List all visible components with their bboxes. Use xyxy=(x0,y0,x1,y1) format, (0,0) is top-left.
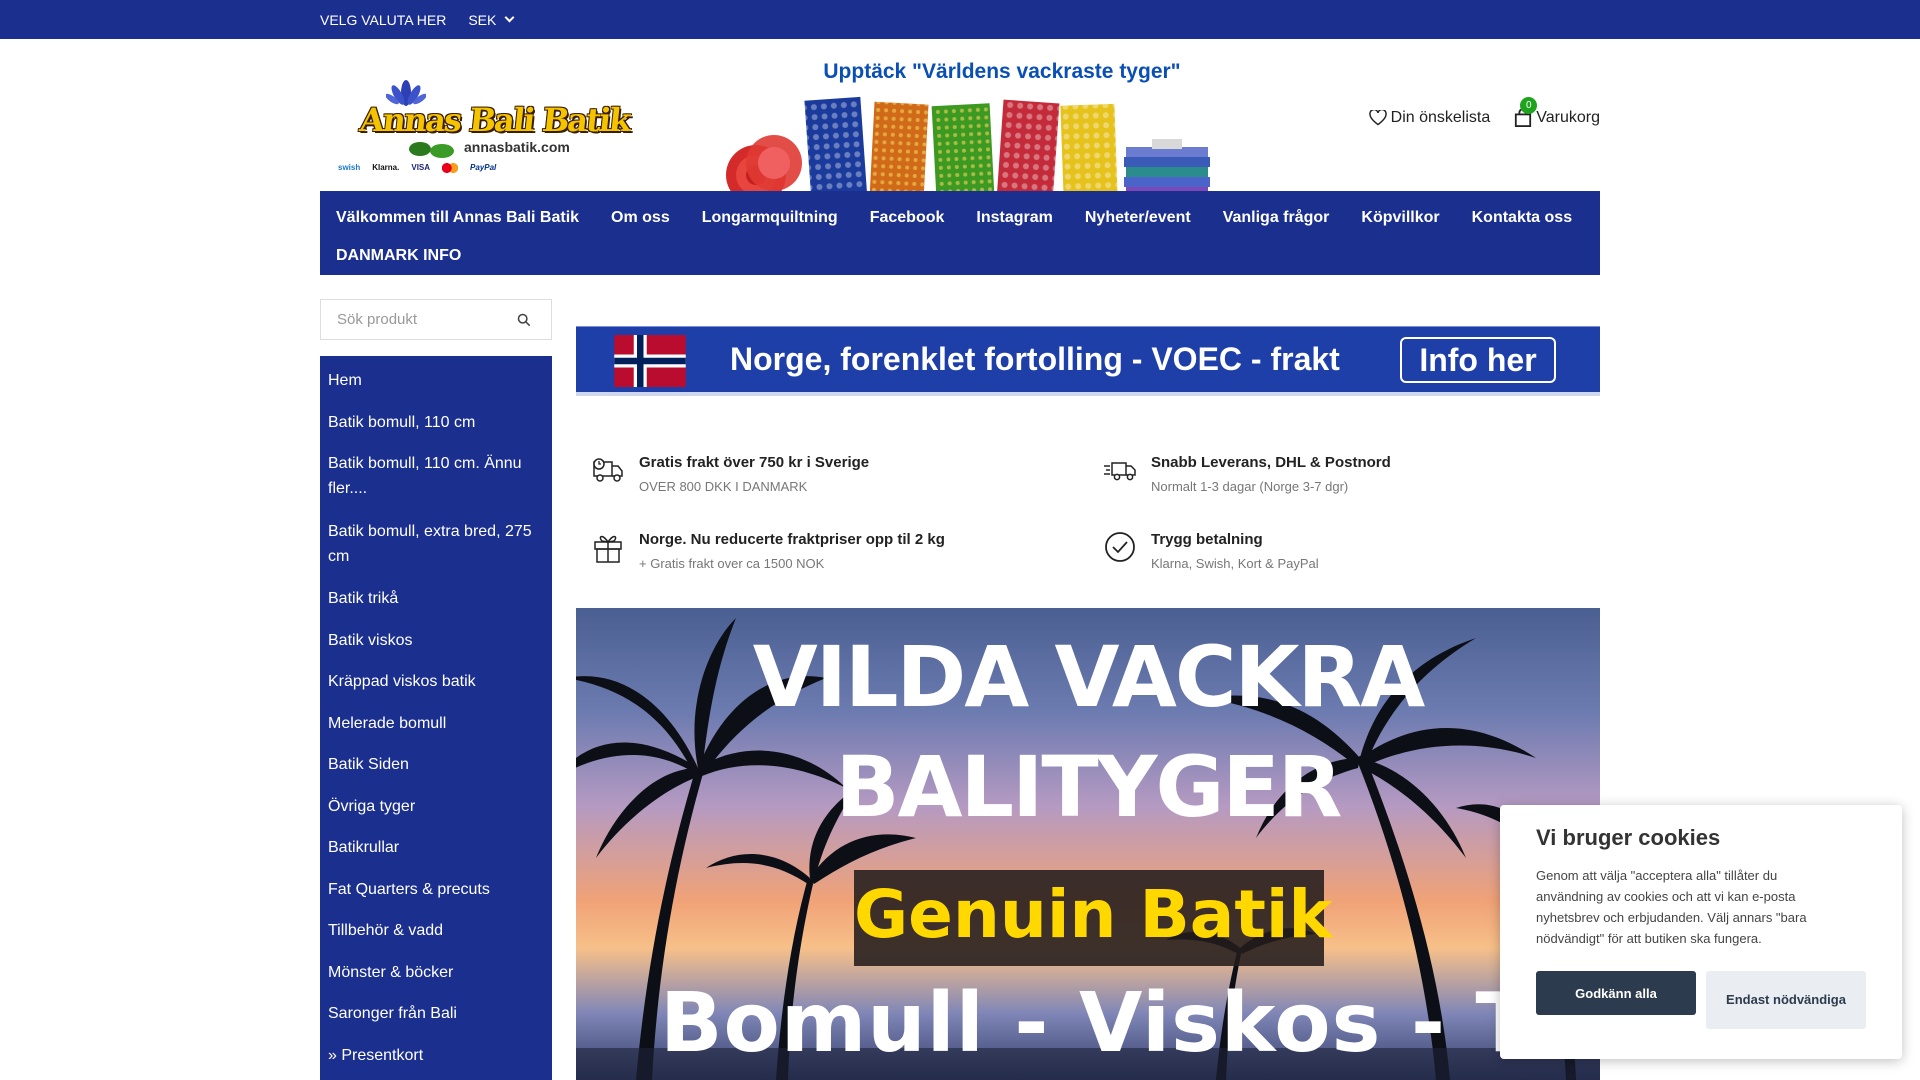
gift-icon xyxy=(594,535,622,563)
usp-item: Snabb Leverans, DHL & Postnord Normalt 1… xyxy=(1088,448,1568,508)
site-header: Annas Bali Batik annasbatik.com swish Kl… xyxy=(320,39,1600,205)
wishlist-label: Din önskelista xyxy=(1390,109,1491,126)
nav-terms[interactable]: Köpvillkor xyxy=(1345,199,1455,237)
sidebar-item-batik-jersey[interactable]: Batik trikå xyxy=(320,578,552,620)
sidebar-item-other-fabrics[interactable]: Övriga tyger xyxy=(320,786,552,828)
paypal-logo: PayPal xyxy=(470,163,497,172)
usp-item: Trygg betalning Klarna, Swish, Kort & Pa… xyxy=(1088,525,1568,585)
search-icon[interactable] xyxy=(517,313,531,327)
sidebar-item-batik-cotton-extra-wide[interactable]: Batik bomull, extra bred, 275 cm xyxy=(320,511,552,579)
sidebar-item-accessories[interactable]: Tillbehör & vadd xyxy=(320,910,552,952)
leaves-icon xyxy=(409,142,454,158)
promo-title: Upptäck "Världens vackraste tyger" xyxy=(823,60,1181,83)
sidebar-item-gift-cards[interactable]: » Presentkort xyxy=(320,1035,552,1077)
logo-title: Annas Bali Batik xyxy=(358,101,632,139)
header-actions: Din önskelista 0 Varukorg xyxy=(1368,97,1600,127)
hero-headline-2: BALITYGER xyxy=(835,738,1343,836)
sidebar-item-sarongs[interactable]: Saronger från Bali xyxy=(320,993,552,1035)
top-bar: VELG VALUTA HER SEK xyxy=(0,0,1920,39)
banner-message: Norge, forenklet fortolling - VOEC - fra… xyxy=(730,341,1340,377)
hero-materials: Bomull - Viskos - Trikå xyxy=(660,976,1600,1071)
hero-banner[interactable]: VILDA VACKRA BALITYGER Genuin Batik Bomu… xyxy=(576,608,1600,1080)
sidebar-item-batik-viscose[interactable]: Batik viskos xyxy=(320,620,552,662)
category-sidebar: Hem Batik bomull, 110 cm Batik bomull, 1… xyxy=(320,356,552,1080)
payment-logos: swish Klarna. VISA PayPal xyxy=(338,163,496,173)
sidebar-item-crepe-viscose[interactable]: Kräppad viskos batik xyxy=(320,661,552,703)
usp-subtitle: OVER 800 DKK I DANMARK xyxy=(639,479,808,494)
truck-icon xyxy=(593,458,623,482)
nav-contact[interactable]: Kontakta oss xyxy=(1456,199,1588,237)
usp-subtitle: + Gratis frakt over ca 1500 NOK xyxy=(639,556,825,571)
sidebar-item-melange-cotton[interactable]: Melerade bomull xyxy=(320,703,552,745)
fast-delivery-icon xyxy=(1104,462,1136,481)
usp-subtitle: Klarna, Swish, Kort & PayPal xyxy=(1151,556,1319,571)
usp-title: Gratis frakt över 750 kr i Sverige xyxy=(639,454,870,471)
product-search xyxy=(320,299,552,340)
mastercard-icon xyxy=(442,163,459,173)
sidebar-item-batik-cotton-110-more[interactable]: Batik bomull, 110 cm. Ännu fler.... xyxy=(320,443,552,511)
swish-logo: swish xyxy=(338,163,361,172)
hero-headline-1: VILDA VACKRA xyxy=(752,628,1426,726)
usp-title: Snabb Leverans, DHL & Postnord xyxy=(1151,454,1391,471)
nav-faq[interactable]: Vanliga frågor xyxy=(1207,199,1346,237)
currency-value: SEK xyxy=(468,11,497,28)
nav-longarm[interactable]: Longarmquiltning xyxy=(686,199,854,237)
site-logo[interactable]: Annas Bali Batik annasbatik.com swish Kl… xyxy=(338,77,631,187)
usp-item: Gratis frakt över 750 kr i Sverige OVER … xyxy=(576,448,1056,508)
cookie-title: Vi bruger cookies xyxy=(1536,825,1721,850)
logo-url: annasbatik.com xyxy=(464,139,570,155)
nav-news[interactable]: Nyheter/event xyxy=(1069,199,1207,237)
main-navigation: Välkommen till Annas Bali Batik Om oss L… xyxy=(320,191,1600,275)
cookie-body: Genom att välja "acceptera alla" tillåte… xyxy=(1536,868,1807,946)
currency-label: VELG VALUTA HER xyxy=(320,11,447,28)
currency-select[interactable]: SEK xyxy=(468,11,515,28)
nav-denmark-info[interactable]: DANMARK INFO xyxy=(328,237,477,275)
nav-welcome[interactable]: Välkommen till Annas Bali Batik xyxy=(328,199,595,237)
heart-icon xyxy=(1368,110,1387,126)
usp-title: Norge. Nu reducerte fraktpriser opp til … xyxy=(639,531,945,548)
sidebar-item-batik-rolls[interactable]: Batikrullar xyxy=(320,827,552,869)
klarna-logo: Klarna. xyxy=(372,163,400,172)
norway-shipping-banner[interactable]: Norge, forenklet fortolling - VOEC - fra… xyxy=(576,326,1600,396)
chevron-down-icon xyxy=(504,12,515,23)
visa-logo: VISA xyxy=(411,163,431,172)
usp-list: Gratis frakt över 750 kr i Sverige OVER … xyxy=(576,448,1600,588)
sidebar-item-fat-quarters[interactable]: Fat Quarters & precuts xyxy=(320,869,552,911)
necessary-only-button[interactable]: Endast nödvändiga xyxy=(1706,971,1866,1029)
cart-count-badge: 0 xyxy=(1520,97,1538,114)
hero-highlight-text: Genuin Batik xyxy=(854,876,1333,953)
search-input[interactable] xyxy=(321,300,511,339)
sidebar-item-batik-silk[interactable]: Batik Siden xyxy=(320,744,552,786)
wishlist-link[interactable]: Din önskelista xyxy=(1368,109,1491,127)
cart-link[interactable]: 0 Varukorg xyxy=(1514,97,1600,127)
check-circle-icon xyxy=(1105,532,1135,562)
accept-all-button[interactable]: Godkänn alla xyxy=(1536,971,1696,1015)
norway-flag-icon xyxy=(614,335,686,387)
nav-about[interactable]: Om oss xyxy=(595,199,686,237)
cart-label: Varukorg xyxy=(1536,109,1600,126)
sidebar-item-patterns-books[interactable]: Mönster & böcker xyxy=(320,952,552,994)
usp-title: Trygg betalning xyxy=(1151,531,1263,548)
sidebar-item-home[interactable]: Hem xyxy=(320,360,552,402)
nav-instagram[interactable]: Instagram xyxy=(960,199,1068,237)
cookie-consent-dialog: Vi bruger cookies Genom att välja "accep… xyxy=(1500,805,1902,1059)
usp-item: Norge. Nu reducerte fraktpriser opp til … xyxy=(576,525,1056,585)
sidebar-item-batik-cotton-110[interactable]: Batik bomull, 110 cm xyxy=(320,402,552,444)
nav-facebook[interactable]: Facebook xyxy=(854,199,961,237)
info-button[interactable]: Info her xyxy=(1400,337,1556,383)
usp-subtitle: Normalt 1-3 dagar (Norge 3-7 dgr) xyxy=(1151,479,1349,494)
